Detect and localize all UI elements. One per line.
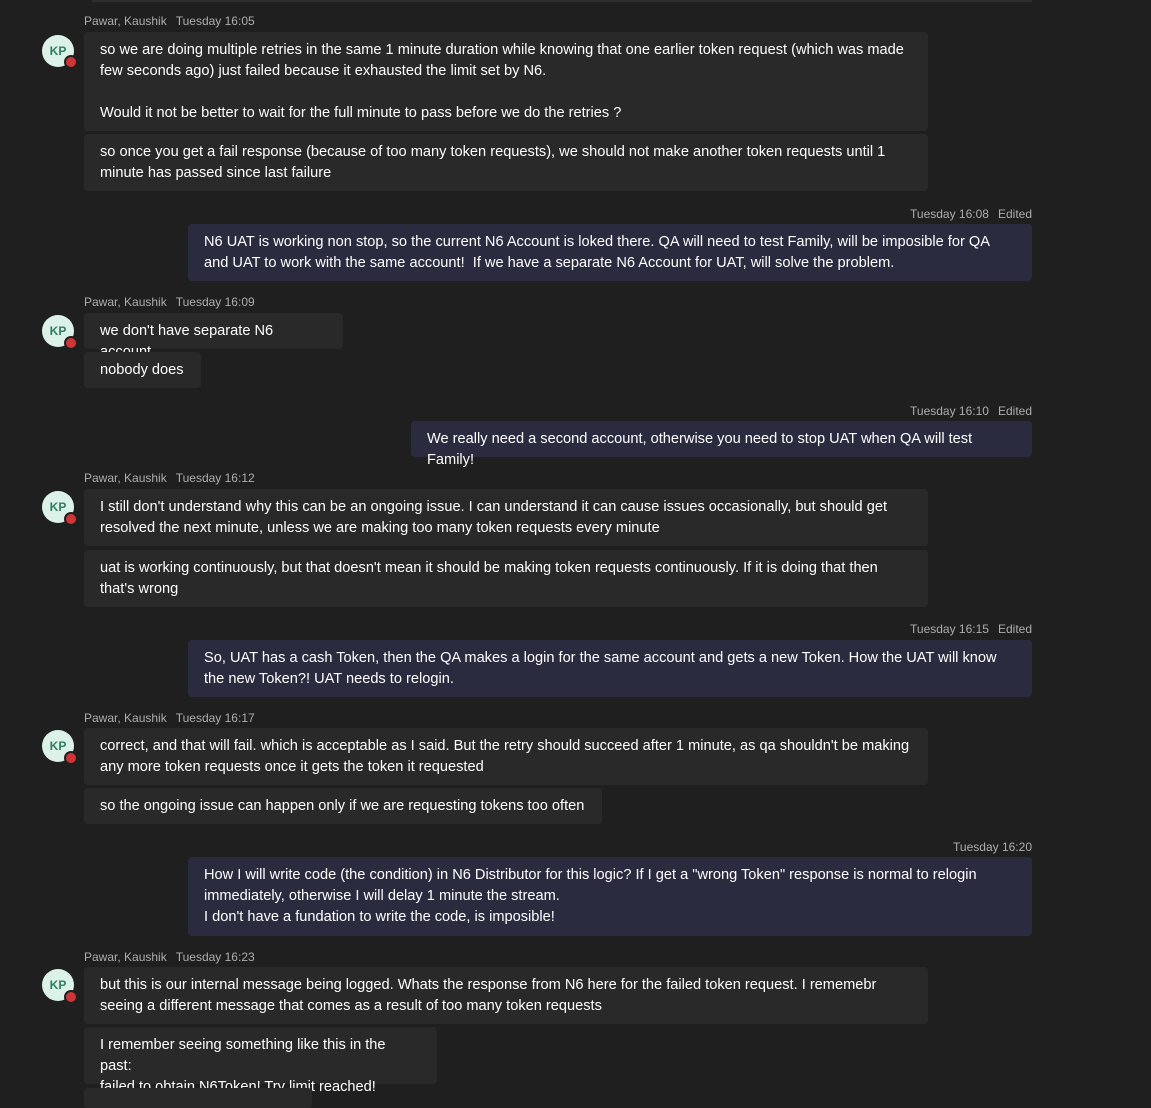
- message-header: Pawar, Kaushik Tuesday 16:09: [84, 295, 255, 309]
- message-bubble[interactable]: We really need a second account, otherwi…: [411, 421, 1032, 468]
- sender-name[interactable]: Pawar, Kaushik: [84, 471, 167, 485]
- message-time: Tuesday 16:23: [175, 950, 255, 964]
- avatar-initials: KP: [49, 44, 67, 58]
- message-bubble[interactable]: So, UAT has a cash Token, then the QA ma…: [188, 640, 1032, 697]
- message-time: Tuesday 16:20: [953, 840, 1032, 854]
- message-bubble[interactable]: nobody does: [84, 352, 201, 388]
- avatar-initials: KP: [49, 500, 67, 514]
- sender-name[interactable]: Pawar, Kaushik: [84, 14, 167, 28]
- edited-label: Edited: [997, 622, 1032, 636]
- message-bubble[interactable]: but this is our internal message being l…: [84, 967, 928, 1024]
- avatar-initials: KP: [49, 739, 67, 753]
- message-bubble[interactable]: I remember seeing something like this in…: [84, 1027, 437, 1095]
- message-time: Tuesday 16:05: [175, 14, 255, 28]
- edited-label: Edited: [997, 404, 1032, 418]
- message-header: Tuesday 16:10 Edited: [910, 404, 1032, 418]
- avatar-initials: KP: [49, 324, 67, 338]
- message-bubble[interactable]: so once you get a fail response (because…: [84, 134, 928, 191]
- message-header: Pawar, Kaushik Tuesday 16:05: [84, 14, 255, 28]
- message-header: Tuesday 16:08 Edited: [910, 207, 1032, 221]
- sender-name[interactable]: Pawar, Kaushik: [84, 950, 167, 964]
- message-bubble-partial[interactable]: [84, 1088, 312, 1108]
- message-time: Tuesday 16:15: [910, 622, 989, 636]
- presence-busy-icon: [64, 512, 78, 526]
- divider: [92, 0, 1032, 2]
- presence-busy-icon: [64, 990, 78, 1004]
- message-bubble[interactable]: so the ongoing issue can happen only if …: [84, 788, 602, 824]
- message-header: Tuesday 16:20: [953, 840, 1032, 854]
- message-header: Pawar, Kaushik Tuesday 16:17: [84, 711, 255, 725]
- message-time: Tuesday 16:10: [910, 404, 989, 418]
- presence-busy-icon: [64, 751, 78, 765]
- message-time: Tuesday 16:12: [175, 471, 255, 485]
- avatar-initials: KP: [49, 978, 67, 992]
- sender-name[interactable]: Pawar, Kaushik: [84, 711, 167, 725]
- presence-busy-icon: [64, 336, 78, 350]
- message-time: Tuesday 16:17: [175, 711, 255, 725]
- message-bubble[interactable]: we don't have separate N6 account: [84, 313, 343, 360]
- chat-thread: Pawar, Kaushik Tuesday 16:05 KP so we are…: [0, 0, 1151, 1108]
- sender-name[interactable]: Pawar, Kaushik: [84, 295, 167, 309]
- message-header: Tuesday 16:15 Edited: [910, 622, 1032, 636]
- message-header: Pawar, Kaushik Tuesday 16:23: [84, 950, 255, 964]
- presence-busy-icon: [64, 55, 78, 69]
- message-time: Tuesday 16:09: [175, 295, 255, 309]
- edited-label: Edited: [997, 207, 1032, 221]
- message-bubble[interactable]: N6 UAT is working non stop, so the curre…: [188, 224, 1032, 281]
- message-bubble[interactable]: correct, and that will fail. which is ac…: [84, 728, 928, 785]
- message-bubble[interactable]: so we are doing multiple retries in the …: [84, 32, 928, 131]
- message-bubble[interactable]: uat is working continuously, but that do…: [84, 550, 928, 607]
- message-time: Tuesday 16:08: [910, 207, 989, 221]
- message-header: Pawar, Kaushik Tuesday 16:12: [84, 471, 255, 485]
- message-bubble[interactable]: I still don't understand why this can be…: [84, 489, 928, 546]
- message-bubble[interactable]: How I will write code (the condition) in…: [188, 857, 1032, 936]
